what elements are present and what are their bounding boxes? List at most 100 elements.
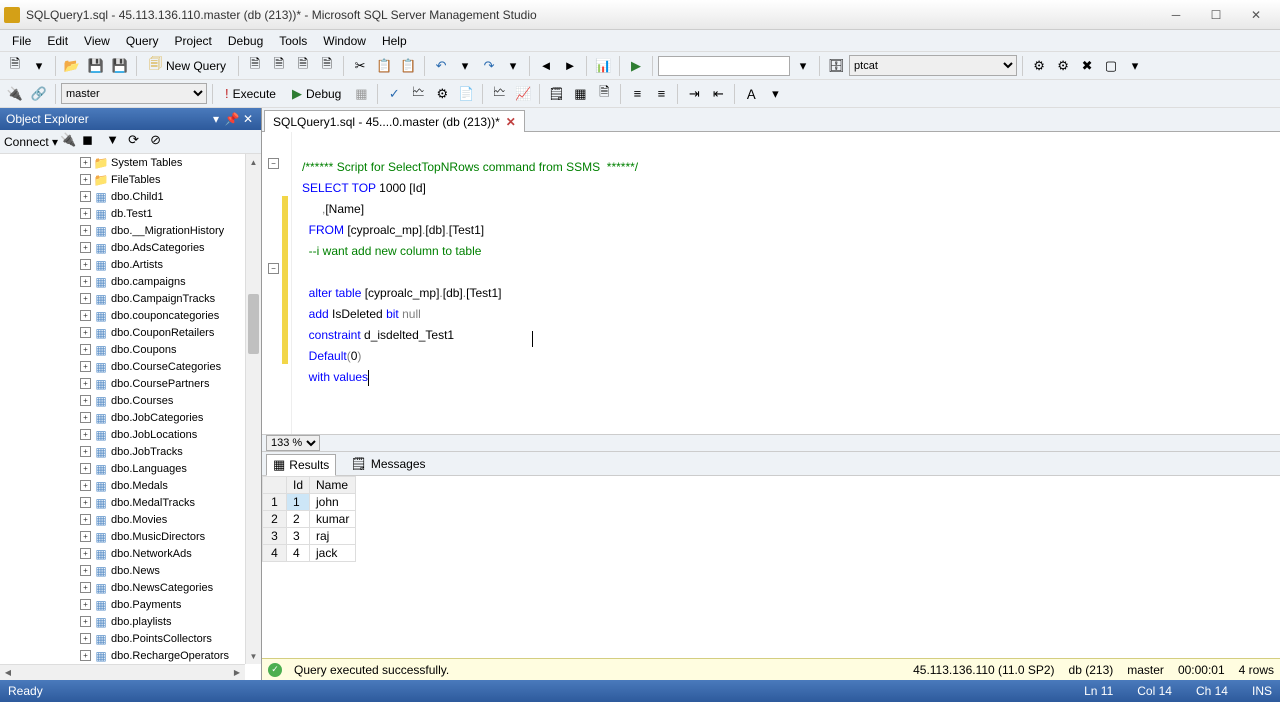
new-query-button[interactable]: 🗐New Query bbox=[142, 52, 233, 80]
expand-icon[interactable]: + bbox=[80, 429, 91, 440]
tool-d-icon[interactable]: ▢ bbox=[1100, 55, 1122, 77]
tree-node[interactable]: +▦dbo.JobCategories bbox=[0, 409, 245, 426]
include-plan-icon[interactable]: 🗠 bbox=[488, 83, 510, 105]
tree-node[interactable]: +📁System Tables bbox=[0, 154, 245, 171]
menu-edit[interactable]: Edit bbox=[39, 32, 76, 50]
start-button[interactable]: ▶ bbox=[625, 55, 647, 77]
dmx-query-icon[interactable]: 🗎 bbox=[316, 55, 338, 77]
expand-icon[interactable]: + bbox=[80, 480, 91, 491]
table-row[interactable]: 11john bbox=[263, 494, 356, 511]
cell[interactable]: 2 bbox=[287, 511, 310, 528]
tree-node[interactable]: +▦dbo.__MigrationHistory bbox=[0, 222, 245, 239]
cell[interactable]: raj bbox=[310, 528, 356, 545]
expand-icon[interactable]: + bbox=[80, 582, 91, 593]
expand-icon[interactable]: + bbox=[80, 650, 91, 661]
expand-icon[interactable]: + bbox=[80, 395, 91, 406]
tree-node[interactable]: +▦dbo.NetworkAds bbox=[0, 545, 245, 562]
tree-node[interactable]: +▦dbo.Movies bbox=[0, 511, 245, 528]
expand-icon[interactable]: + bbox=[80, 378, 91, 389]
tree-node[interactable]: +▦dbo.Medals bbox=[0, 477, 245, 494]
tree-scrollbar-horizontal[interactable]: ◀ ▶ bbox=[0, 664, 245, 680]
oe-stop-icon[interactable]: ◼ bbox=[82, 132, 102, 152]
find-dd[interactable]: ▾ bbox=[792, 55, 814, 77]
tree-node[interactable]: +▦dbo.AdsCategories bbox=[0, 239, 245, 256]
menu-help[interactable]: Help bbox=[374, 32, 415, 50]
tree-node[interactable]: +▦dbo.RechargeOperators bbox=[0, 647, 245, 664]
row-header[interactable]: 4 bbox=[263, 545, 287, 562]
new-project-button[interactable]: 🗎 bbox=[4, 55, 26, 77]
tree-node[interactable]: +▦dbo.CourseCategories bbox=[0, 358, 245, 375]
row-header[interactable]: 1 bbox=[263, 494, 287, 511]
tool-c-icon[interactable]: ✖ bbox=[1076, 55, 1098, 77]
tree-node[interactable]: +▦dbo.JobTracks bbox=[0, 443, 245, 460]
redo-dd[interactable]: ▾ bbox=[502, 55, 524, 77]
column-header[interactable] bbox=[263, 477, 287, 494]
paste-button[interactable]: 📋 bbox=[397, 55, 419, 77]
tree-node[interactable]: +▦dbo.couponcategories bbox=[0, 307, 245, 324]
menu-tools[interactable]: Tools bbox=[271, 32, 315, 50]
messages-tab[interactable]: 🗒Messages bbox=[344, 454, 431, 474]
zoom-combo[interactable]: 133 % bbox=[266, 435, 320, 451]
cell[interactable]: kumar bbox=[310, 511, 356, 528]
expand-icon[interactable]: + bbox=[80, 208, 91, 219]
tool-a-icon[interactable]: ⚙ bbox=[1028, 55, 1050, 77]
expand-icon[interactable]: + bbox=[80, 293, 91, 304]
fold-icon[interactable]: − bbox=[268, 158, 279, 169]
tree-node[interactable]: +▦dbo.MusicDirectors bbox=[0, 528, 245, 545]
row-header[interactable]: 2 bbox=[263, 511, 287, 528]
menu-window[interactable]: Window bbox=[315, 32, 374, 50]
menu-debug[interactable]: Debug bbox=[220, 32, 271, 50]
tree-scrollbar-vertical[interactable]: ▲ ▼ bbox=[245, 154, 261, 664]
db-engine-query-icon[interactable]: 🗎 bbox=[244, 55, 266, 77]
tab-close-icon[interactable]: ✕ bbox=[506, 115, 516, 129]
oe-disconnect-icon[interactable]: 🔌 bbox=[60, 132, 80, 152]
tree-node[interactable]: +▦dbo.CouponRetailers bbox=[0, 324, 245, 341]
toolbar2-options[interactable]: ▾ bbox=[764, 83, 786, 105]
code-editor[interactable]: − − /****** Script for SelectTopNRows co… bbox=[262, 132, 1280, 434]
menu-file[interactable]: File bbox=[4, 32, 39, 50]
tree-node[interactable]: +▦dbo.playlists bbox=[0, 613, 245, 630]
comment-icon[interactable]: ≡ bbox=[626, 83, 648, 105]
menu-view[interactable]: View bbox=[76, 32, 118, 50]
cell[interactable]: 1 bbox=[287, 494, 310, 511]
expand-icon[interactable]: + bbox=[80, 633, 91, 644]
maximize-button[interactable]: ☐ bbox=[1196, 4, 1236, 26]
menu-project[interactable]: Project bbox=[167, 32, 220, 50]
tree-node[interactable]: +▦dbo.Courses bbox=[0, 392, 245, 409]
panel-close-icon[interactable]: ✕ bbox=[241, 112, 255, 126]
activity-button[interactable]: 📊 bbox=[592, 55, 614, 77]
tree-node[interactable]: +▦dbo.MedalTracks bbox=[0, 494, 245, 511]
expand-icon[interactable]: + bbox=[80, 514, 91, 525]
change-connection-icon[interactable]: 🔗 bbox=[28, 83, 50, 105]
tree-node[interactable]: +▦dbo.campaigns bbox=[0, 273, 245, 290]
scrollbar-thumb[interactable] bbox=[248, 294, 259, 354]
connect-button[interactable]: Connect ▾ bbox=[4, 135, 58, 149]
expand-icon[interactable]: + bbox=[80, 463, 91, 474]
table-row[interactable]: 44jack bbox=[263, 545, 356, 562]
expand-icon[interactable]: + bbox=[80, 344, 91, 355]
cell[interactable]: 3 bbox=[287, 528, 310, 545]
uncomment-icon[interactable]: ≡ bbox=[650, 83, 672, 105]
column-header[interactable]: Id bbox=[287, 477, 310, 494]
cancel-query-button[interactable]: ▦ bbox=[350, 83, 372, 105]
column-header[interactable]: Name bbox=[310, 477, 356, 494]
tree-node[interactable]: +▦dbo.CoursePartners bbox=[0, 375, 245, 392]
results-grid[interactable]: IdName11john22kumar33raj44jack bbox=[262, 476, 1280, 658]
expand-icon[interactable]: + bbox=[80, 616, 91, 627]
tree-node[interactable]: +▦dbo.JobLocations bbox=[0, 426, 245, 443]
results-grid-icon[interactable]: ▦ bbox=[569, 83, 591, 105]
document-tab[interactable]: SQLQuery1.sql - 45....0.master (db (213)… bbox=[264, 110, 525, 132]
results-file-icon[interactable]: 🗎 bbox=[593, 83, 615, 105]
expand-icon[interactable]: + bbox=[80, 327, 91, 338]
undo-dd[interactable]: ▾ bbox=[454, 55, 476, 77]
menu-query[interactable]: Query bbox=[118, 32, 167, 50]
tree-node[interactable]: +▦dbo.CampaignTracks bbox=[0, 290, 245, 307]
object-explorer-tree[interactable]: +📁System Tables+📁FileTables+▦dbo.Child1+… bbox=[0, 154, 261, 680]
database-combo[interactable]: master bbox=[61, 83, 207, 104]
expand-icon[interactable]: + bbox=[80, 565, 91, 576]
analysis-query-icon[interactable]: 🗎 bbox=[268, 55, 290, 77]
estimated-plan-icon[interactable]: 🗠 bbox=[407, 83, 429, 105]
cell[interactable]: john bbox=[310, 494, 356, 511]
indent-icon[interactable]: ⇥ bbox=[683, 83, 705, 105]
tree-node[interactable]: +▦dbo.PointsCollectors bbox=[0, 630, 245, 647]
